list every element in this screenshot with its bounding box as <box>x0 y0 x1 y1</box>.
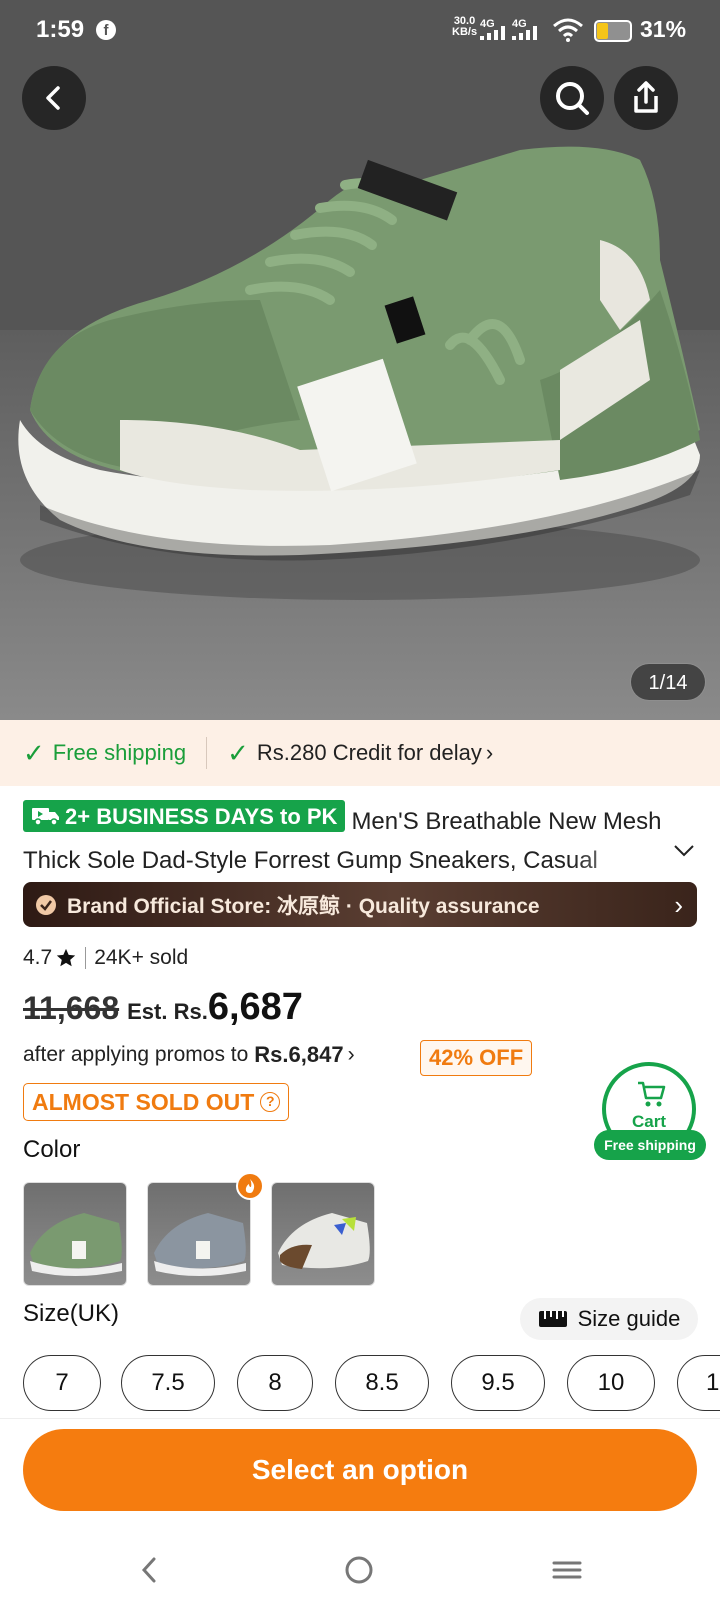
image-counter: 1/14 <box>630 663 706 701</box>
help-icon: ? <box>260 1092 281 1112</box>
rating-value: 4.7 <box>23 946 53 969</box>
verified-badge-icon <box>36 894 56 915</box>
divider <box>85 947 87 969</box>
rating-row[interactable]: 4.7 24K+ sold <box>23 946 188 970</box>
stock-warning-badge[interactable]: ALMOST SOLD OUT? <box>23 1083 290 1121</box>
delay-credit-benefit[interactable]: ✓ Rs.280 Credit for delay › <box>227 738 493 769</box>
facebook-icon: f <box>96 20 116 40</box>
brand-store-label: Brand Official Store: 冰原鲸 · Quality assu… <box>67 894 540 918</box>
hot-flame-icon <box>236 1172 264 1200</box>
size-label: Size(UK) <box>23 1300 120 1327</box>
status-time: 1:59 <box>36 16 85 43</box>
signal-icon-2 <box>512 26 537 40</box>
check-icon: ✓ <box>23 737 45 768</box>
promo-row[interactable]: after applying promos to Rs.6,847 › <box>23 1042 355 1068</box>
cart-label: Cart <box>631 1112 666 1131</box>
size-guide-label: Size guide <box>577 1306 681 1331</box>
free-shipping-label: Free shipping <box>52 740 187 765</box>
current-price: 6,687 <box>207 986 303 1028</box>
network-speed: 30.0 KB/s <box>452 15 478 38</box>
search-icon <box>556 82 589 115</box>
cart-free-shipping-badge: Free shipping <box>594 1130 706 1160</box>
color-swatch-green[interactable] <box>23 1182 127 1286</box>
chevron-down-icon[interactable] <box>672 843 696 859</box>
product-title: 2+ BUSINESS DAYS to PK Men'S Breathable … <box>23 800 663 878</box>
cart-icon <box>638 1081 666 1107</box>
color-swatch-white-brown[interactable] <box>271 1182 375 1286</box>
promo-text: after applying promos to <box>23 1043 249 1066</box>
size-option[interactable]: 7.5 <box>121 1355 215 1411</box>
product-image-carousel[interactable]: 1:59 f 30.0 KB/s 4G 4G 31% 1/14 <box>0 0 720 720</box>
size-options: 7 7.5 8 8.5 9.5 10 1 <box>23 1355 720 1411</box>
size-guide-button[interactable]: Size guide <box>520 1298 698 1340</box>
search-button[interactable] <box>540 66 604 130</box>
size-option[interactable]: 8.5 <box>335 1355 429 1411</box>
original-price: 11,668 <box>23 990 120 1026</box>
brand-store-bar[interactable]: Brand Official Store: 冰原鲸 · Quality assu… <box>23 882 697 927</box>
free-shipping-benefit: ✓ Free shipping <box>23 738 186 769</box>
share-button[interactable] <box>614 66 678 130</box>
nav-home-icon[interactable] <box>344 1555 374 1585</box>
back-arrow-icon <box>46 86 60 110</box>
signal-icon <box>480 26 505 40</box>
product-image <box>0 0 720 720</box>
price-row: 11,668 Est. Rs. 6,687 <box>23 986 303 1029</box>
star-icon <box>57 948 76 967</box>
size-option[interactable]: 8 <box>237 1355 313 1411</box>
size-option[interactable]: 10 <box>567 1355 655 1411</box>
size-option[interactable]: 1 <box>677 1355 720 1411</box>
size-option[interactable]: 9.5 <box>451 1355 545 1411</box>
est-label: Est. Rs. <box>127 999 208 1024</box>
chevron-right-icon: › <box>347 1043 355 1066</box>
delivery-badge: 2+ BUSINESS DAYS to PK <box>23 800 346 832</box>
battery-percent: 31% <box>640 16 687 42</box>
nav-back-icon[interactable] <box>136 1555 162 1585</box>
discount-badge: 42% OFF <box>420 1040 533 1076</box>
battery-icon <box>594 20 632 42</box>
color-swatch-grey[interactable] <box>147 1182 251 1286</box>
nav-menu-icon[interactable] <box>552 1555 582 1585</box>
color-label: Color <box>23 1136 81 1163</box>
ruler-icon <box>538 1311 567 1327</box>
status-bar: 1:59 f 30.0 KB/s 4G 4G 31% <box>0 0 720 58</box>
back-button[interactable] <box>22 66 86 130</box>
sold-count: 24K+ sold <box>94 946 189 969</box>
promo-price: Rs.6,847 <box>254 1042 344 1067</box>
truck-icon <box>32 808 59 826</box>
wifi-icon <box>553 18 583 42</box>
select-option-button[interactable]: Select an option <box>23 1429 697 1511</box>
chevron-right-icon: › <box>674 890 683 920</box>
size-option[interactable]: 7 <box>23 1355 101 1411</box>
check-icon: ✓ <box>227 737 249 768</box>
share-icon <box>634 81 658 113</box>
divider <box>206 737 208 769</box>
delay-credit-label: Rs.280 Credit for delay <box>256 740 482 765</box>
chevron-right-icon: › <box>485 740 494 765</box>
shipping-benefits-bar[interactable]: ✓ Free shipping ✓ Rs.280 Credit for dela… <box>0 720 720 786</box>
